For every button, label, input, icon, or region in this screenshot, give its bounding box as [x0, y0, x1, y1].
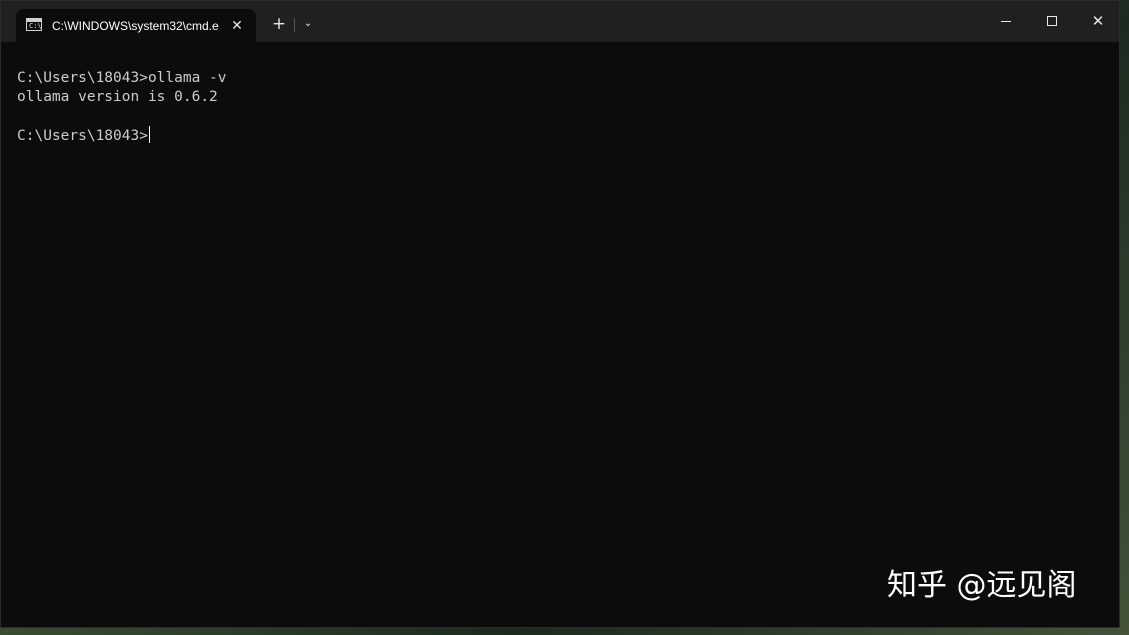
- close-icon: ✕: [1091, 12, 1105, 30]
- terminal-line: C:\Users\18043>ollama -v: [17, 70, 227, 86]
- close-window-button[interactable]: ✕: [1075, 1, 1119, 42]
- new-tab-button[interactable]: +: [268, 13, 290, 35]
- tab-title: C:\WINDOWS\system32\cmd.e: [52, 19, 219, 33]
- maximize-icon: [1047, 16, 1057, 26]
- minimize-button[interactable]: [983, 1, 1029, 42]
- tab-separator: [294, 18, 295, 32]
- text-cursor: [148, 126, 150, 143]
- tab-cmd[interactable]: C:\ C:\WINDOWS\system32\cmd.e ✕: [16, 9, 256, 42]
- minimize-icon: [1001, 21, 1011, 22]
- tab-dropdown-button[interactable]: ⌄: [298, 13, 318, 35]
- terminal-prompt: C:\Users\18043>: [17, 128, 148, 144]
- close-tab-button[interactable]: ✕: [228, 17, 246, 35]
- title-bar: C:\ C:\WINDOWS\system32\cmd.e ✕ + ⌄ ✕: [1, 1, 1119, 42]
- cmd-icon: C:\: [26, 18, 42, 31]
- terminal-line: ollama version is 0.6.2: [17, 89, 218, 105]
- maximize-button[interactable]: [1029, 1, 1075, 42]
- terminal-window: C:\ C:\WINDOWS\system32\cmd.e ✕ + ⌄ ✕ C:…: [0, 0, 1120, 628]
- terminal-prompt-line[interactable]: C:\Users\18043>: [17, 126, 150, 145]
- cmd-icon-prompt: C:\: [29, 22, 42, 30]
- watermark: 知乎 @远见阁: [887, 568, 1077, 603]
- terminal-output[interactable]: C:\Users\18043>ollama -v ollama version …: [1, 42, 1119, 627]
